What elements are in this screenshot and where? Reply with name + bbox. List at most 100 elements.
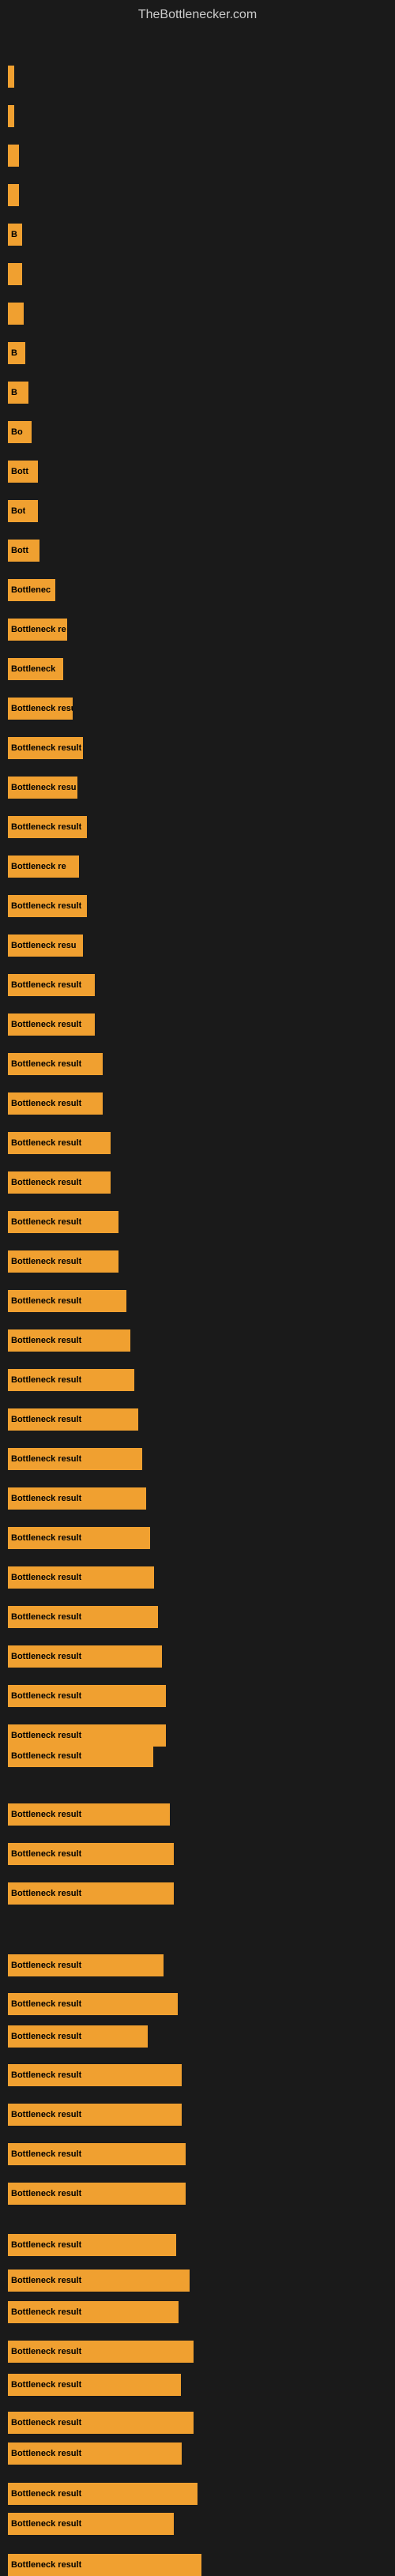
bar-item: Bottleneck: [8, 658, 63, 680]
bar-label: Bottleneck result: [11, 2070, 81, 2080]
bar-label: Bottleneck result: [11, 2519, 81, 2529]
bar-item: Bottleneck result: [8, 1250, 118, 1273]
bar-label: Bottleneck result: [11, 1415, 81, 1424]
bar-item: Bottleneck result: [8, 2025, 148, 2048]
bar-item: [8, 66, 14, 88]
bar-item: Bottleneck result: [8, 2412, 194, 2434]
bar-item: Bottleneck result: [8, 974, 95, 996]
bar-item: Bottleneck result: [8, 2143, 186, 2165]
bar-label: Bottleneck re: [11, 862, 66, 871]
bar-item: Bottleneck result: [8, 1843, 174, 1865]
bar-label: Bo: [11, 427, 23, 437]
bar-label: Bottleneck result: [11, 901, 81, 911]
bar-item: Bottleneck result: [8, 2483, 198, 2505]
bar-item: Bottleneck result: [8, 1724, 166, 1747]
bar-label: Bottleneck result: [11, 2240, 81, 2250]
bar-label: Bottleneck result: [11, 1691, 81, 1701]
bar-item: Bottleneck result: [8, 1882, 174, 1905]
bar-item: Bottleneck result: [8, 1092, 103, 1115]
bar-label: Bottleneck result: [11, 1178, 81, 1187]
bar-label: Bottleneck result: [11, 1849, 81, 1859]
bar-label: Bottleneck resu: [11, 783, 77, 792]
bar-label: Bottleneck result: [11, 743, 81, 753]
bar-item: Bottleneck result: [8, 1290, 126, 1312]
bar-label: Bott: [11, 467, 28, 476]
bar-item: Bottleneck result: [8, 1954, 164, 1976]
bar-item: Bottleneck result: [8, 1487, 146, 1510]
bar-item: Bottleneck result: [8, 2341, 194, 2363]
bar-label: Bottleneck result: [11, 1375, 81, 1385]
bar-label: Bottleneck re: [11, 625, 66, 634]
bar-item: Bottleneck resu: [8, 698, 73, 720]
bar-label: Bottleneck result: [11, 1652, 81, 1661]
bar-label: Bottleneck result: [11, 1573, 81, 1582]
bar-item: [8, 184, 19, 206]
bar-label: Bottleneck result: [11, 2149, 81, 2159]
bar-item: Bottleneck result: [8, 1993, 178, 2015]
bar-label: Bottleneck result: [11, 1751, 81, 1761]
bar-label: Bottleneck result: [11, 2032, 81, 2041]
bar-item: Bo: [8, 421, 32, 443]
bar-item: Bottleneck result: [8, 1803, 170, 1826]
bar-item: Bottleneck result: [8, 1171, 111, 1194]
bar-item: Bottleneck result: [8, 816, 87, 838]
bar-item: Bottleneck result: [8, 1369, 134, 1391]
bar-item: Bottleneck result: [8, 895, 87, 917]
bar-label: Bot: [11, 506, 25, 516]
bar-label: Bottleneck result: [11, 1217, 81, 1227]
bar-item: Bott: [8, 461, 38, 483]
bar-item: Bottleneck result: [8, 1132, 111, 1154]
chart-area: BBBBoBottBotBottBottlenecBottleneck reBo…: [0, 26, 395, 2538]
bar-item: Bottleneck result: [8, 2183, 186, 2205]
bar-item: Bottleneck result: [8, 1053, 103, 1075]
bar-label: Bottleneck result: [11, 1961, 81, 1970]
bar-item: Bottleneck result: [8, 1685, 166, 1707]
bar-item: Bottleneck result: [8, 2554, 201, 2576]
bar-label: Bottleneck result: [11, 1999, 81, 2009]
bar-item: Bottleneck result: [8, 2442, 182, 2465]
bar-label: Bottleneck result: [11, 1494, 81, 1503]
bar-item: B: [8, 224, 22, 246]
bar-item: B: [8, 342, 25, 364]
bar-label: Bottleneck result: [11, 1257, 81, 1266]
bar-label: Bottleneck result: [11, 2189, 81, 2198]
bar-item: Bottleneck result: [8, 1408, 138, 1431]
bar-label: Bottleneck result: [11, 2418, 81, 2427]
bar-item: Bottleneck result: [8, 1566, 154, 1589]
bar-label: Bottleneck result: [11, 2110, 81, 2119]
bar-label: Bottleneck result: [11, 1731, 81, 1740]
bar-item: Bottleneck result: [8, 1645, 162, 1668]
bar-item: Bottleneck result: [8, 1448, 142, 1470]
bar-label: Bottleneck result: [11, 2307, 81, 2317]
bar-label: Bottleneck result: [11, 1454, 81, 1464]
bar-label: Bottleneck result: [11, 1533, 81, 1543]
bar-item: Bottleneck result: [8, 2270, 190, 2292]
bar-item: [8, 263, 22, 285]
bar-label: Bottleneck result: [11, 1889, 81, 1898]
bar-label: Bottleneck result: [11, 2449, 81, 2458]
bar-item: Bottleneck result: [8, 1211, 118, 1233]
bar-item: Bottleneck result: [8, 1606, 158, 1628]
bar-label: Bottleneck result: [11, 1138, 81, 1148]
bar-item: B: [8, 382, 28, 404]
bar-item: Bottleneck result: [8, 1745, 153, 1767]
bar-label: Bottleneck result: [11, 2276, 81, 2285]
bar-label: Bottleneck result: [11, 822, 81, 832]
bar-item: Bottleneck result: [8, 2301, 179, 2323]
bar-label: Bottleneck resu: [11, 704, 73, 713]
bar-label: Bottleneck result: [11, 2347, 81, 2356]
bar-item: Bottleneck resu: [8, 777, 77, 799]
bar-item: Bott: [8, 540, 40, 562]
bar-label: Bottleneck result: [11, 1296, 81, 1306]
bar-label: Bottleneck result: [11, 1612, 81, 1622]
bar-item: [8, 105, 14, 127]
bar-label: B: [11, 230, 17, 239]
bar-item: Bottleneck result: [8, 2374, 181, 2396]
bar-label: Bottleneck result: [11, 2489, 81, 2499]
bar-item: Bottleneck result: [8, 2234, 176, 2256]
bar-label: Bottleneck result: [11, 1810, 81, 1819]
bar-label: Bottleneck result: [11, 2380, 81, 2390]
bar-item: Bottleneck re: [8, 856, 79, 878]
bar-label: B: [11, 348, 17, 358]
bar-item: Bottleneck result: [8, 737, 83, 759]
